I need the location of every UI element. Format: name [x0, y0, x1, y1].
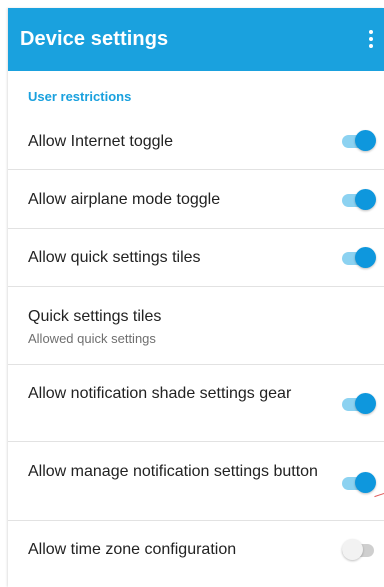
time-zone-configuration-switch[interactable]	[342, 539, 376, 561]
internet-toggle-switch[interactable]	[342, 130, 376, 152]
setting-label: Allow notification shade settings gear	[28, 385, 292, 402]
switch-thumb	[355, 393, 376, 414]
section-header-user-restrictions: User restrictions	[28, 89, 132, 104]
more-vert-icon[interactable]	[362, 24, 380, 54]
setting-row-allow-quick-settings-tiles[interactable]: Allow quick settings tiles	[8, 229, 384, 287]
setting-label: Allow quick settings tiles	[28, 249, 201, 266]
setting-label: Allow time zone configuration	[28, 541, 237, 558]
airplane-mode-toggle-switch[interactable]	[342, 189, 376, 211]
switch-thumb	[355, 130, 376, 151]
setting-label: Allow Internet toggle	[28, 133, 173, 150]
setting-label: Quick settings tiles	[28, 308, 162, 325]
switch-thumb	[355, 247, 376, 268]
manage-notification-settings-switch[interactable]	[342, 472, 376, 494]
notification-shade-gear-switch[interactable]	[342, 393, 376, 415]
setting-summary: Allowed quick settings	[28, 331, 156, 346]
page-title: Device settings	[20, 28, 169, 50]
switch-thumb	[342, 539, 363, 560]
switch-thumb	[355, 189, 376, 210]
setting-row-allow-internet-toggle[interactable]: Allow Internet toggle	[8, 113, 384, 170]
quick-settings-tiles-switch[interactable]	[342, 247, 376, 269]
app-bar: Device settings	[8, 8, 384, 71]
app-window: Device settings User restrictions Allow …	[8, 8, 384, 587]
setting-row-allow-time-zone-configuration[interactable]: Allow time zone configuration	[8, 521, 384, 579]
setting-row-allow-airplane-mode-toggle[interactable]: Allow airplane mode toggle	[8, 170, 384, 229]
setting-row-allow-notification-shade-settings-gear[interactable]: Allow notification shade settings gear	[8, 365, 384, 442]
setting-label: Allow airplane mode toggle	[28, 191, 221, 208]
settings-list: Allow Internet toggle Allow airplane mod…	[8, 113, 384, 579]
setting-row-allow-manage-notification-settings-button[interactable]: Allow manage notification settings butto…	[8, 442, 384, 521]
setting-row-quick-settings-tiles[interactable]: Quick settings tiles Allowed quick setti…	[8, 287, 384, 365]
setting-label: Allow manage notification settings butto…	[28, 463, 318, 480]
switch-thumb	[355, 472, 376, 493]
